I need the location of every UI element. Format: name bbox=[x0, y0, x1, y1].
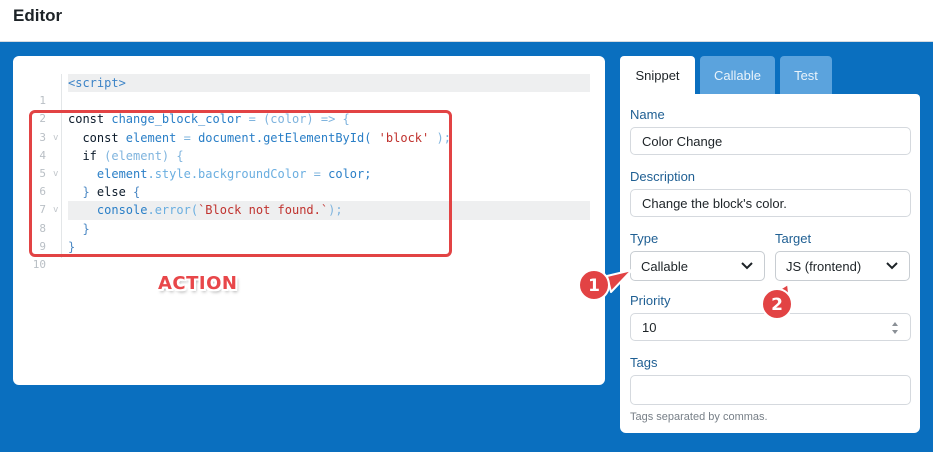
priority-label: Priority bbox=[630, 293, 671, 308]
name-field[interactable]: Color Change bbox=[630, 127, 911, 155]
code-line[interactable]: 2 bbox=[13, 92, 605, 125]
annotation-badge-1: 1 bbox=[578, 269, 633, 301]
target-label: Target bbox=[775, 231, 812, 246]
snippet-settings-panel: Name Color Change Description Change the… bbox=[620, 94, 920, 433]
priority-value: 10 bbox=[642, 320, 657, 335]
name-label: Name bbox=[630, 107, 665, 122]
code-line[interactable]: 1 <script> bbox=[13, 74, 605, 107]
tags-label: Tags bbox=[630, 355, 658, 370]
svg-text:2: 2 bbox=[771, 295, 783, 315]
action-annotation-label: ACTION bbox=[158, 273, 238, 294]
number-spinner-icon[interactable] bbox=[890, 320, 900, 336]
tab-callable[interactable]: Callable bbox=[700, 56, 775, 95]
tab-snippet[interactable]: Snippet bbox=[620, 56, 695, 95]
target-select-value: JS (frontend) bbox=[786, 259, 862, 274]
description-field[interactable]: Change the block's color. bbox=[630, 189, 911, 217]
type-select[interactable]: Callable bbox=[630, 251, 765, 281]
top-bar: Editor bbox=[0, 0, 933, 42]
tags-help-text: Tags separated by commas. bbox=[630, 411, 768, 423]
svg-text:1: 1 bbox=[588, 276, 600, 296]
annotation-badge-2: 2 bbox=[761, 284, 793, 320]
tab-test[interactable]: Test bbox=[780, 56, 832, 95]
page-title: Editor bbox=[13, 6, 63, 25]
action-highlight-box bbox=[29, 110, 452, 257]
type-select-value: Callable bbox=[641, 259, 688, 274]
description-label: Description bbox=[630, 169, 696, 184]
chevron-down-icon bbox=[886, 262, 898, 270]
target-select[interactable]: JS (frontend) bbox=[775, 251, 910, 281]
chevron-down-icon bbox=[741, 262, 753, 270]
code-token: <script> bbox=[68, 76, 126, 90]
tags-field[interactable] bbox=[630, 375, 911, 405]
type-label: Type bbox=[630, 231, 659, 246]
